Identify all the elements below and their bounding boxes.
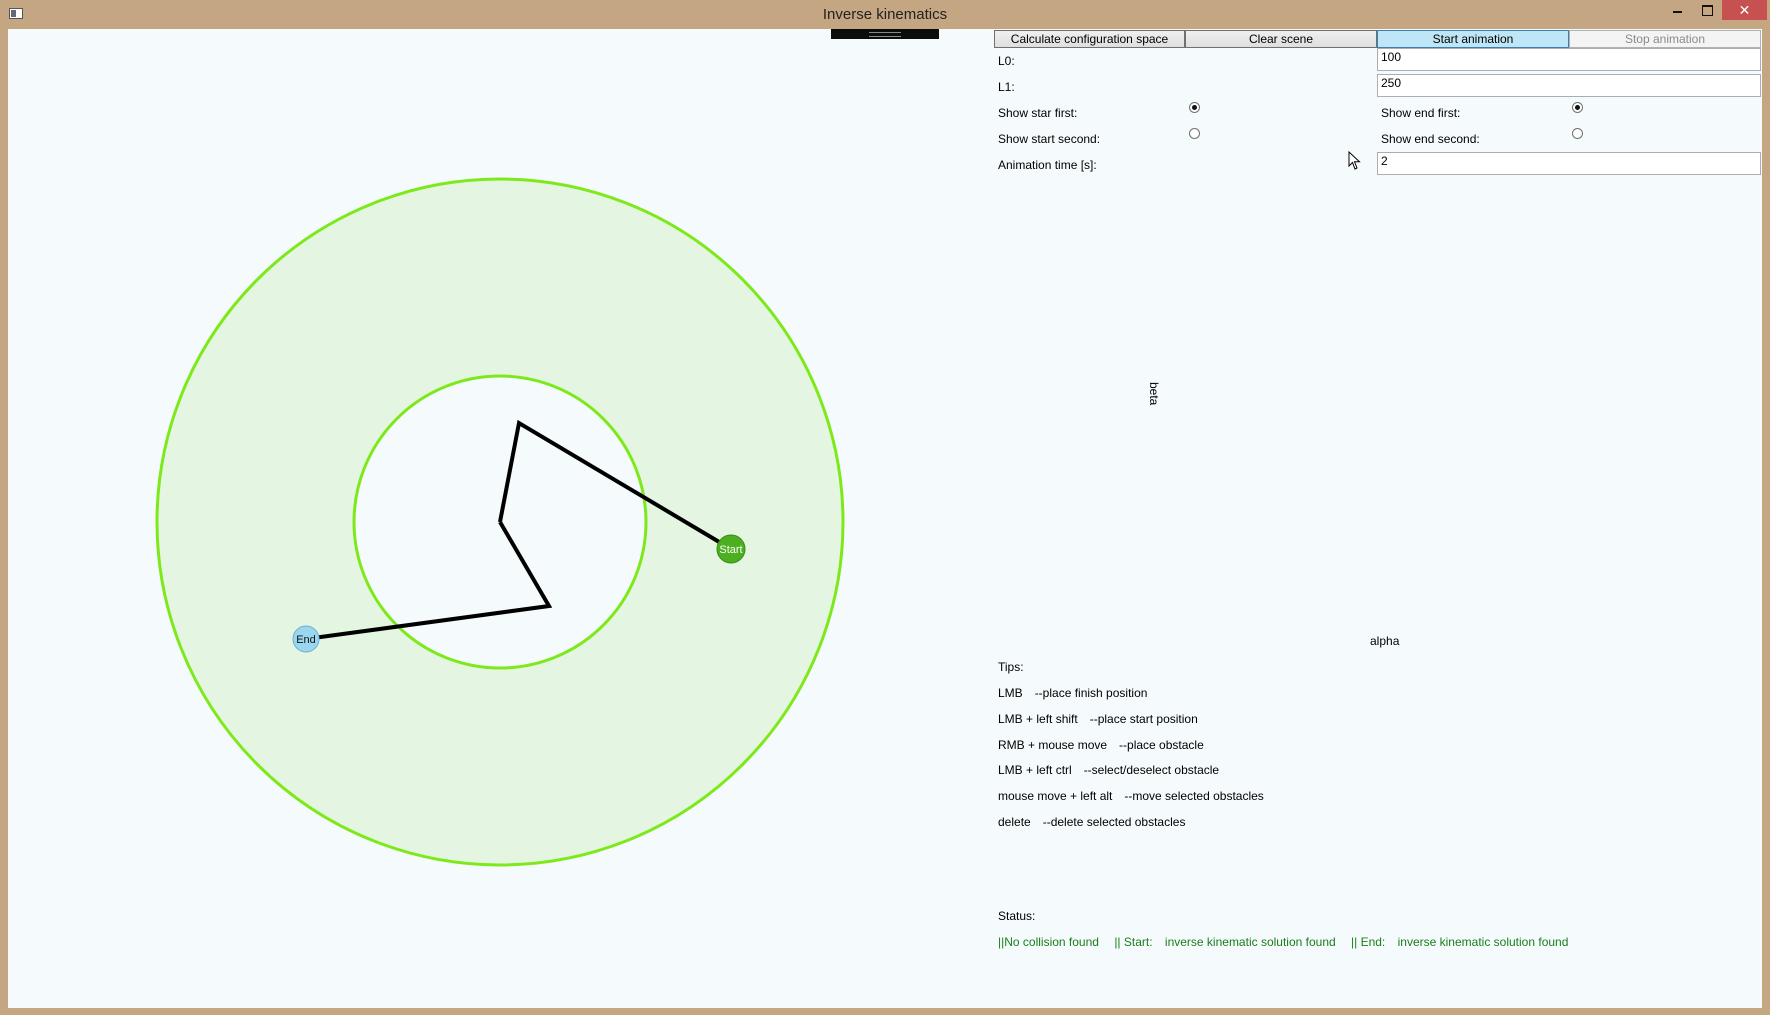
tip-key: RMB + mouse move xyxy=(998,737,1108,752)
status-collision: ||No collision found xyxy=(998,935,1099,949)
tip-description: --move selected obstacles xyxy=(1124,789,1264,804)
animation-time-label: Animation time [s]: xyxy=(998,158,1097,172)
main-window-client: Start End Calculate configuration space … xyxy=(8,29,1762,1008)
l1-input[interactable]: 250 xyxy=(1377,74,1761,97)
tip-description: --delete selected obstacles xyxy=(1042,815,1186,829)
show-end-second-radio[interactable] xyxy=(1572,128,1583,139)
show-end-second-label: Show end second: xyxy=(1381,132,1480,146)
status-start-text: inverse kinematic solution found xyxy=(1164,935,1336,949)
clear-scene-button[interactable]: Clear scene xyxy=(1185,30,1377,48)
show-start-second-label: Show start second: xyxy=(998,132,1101,146)
tip-key: mouse move + left alt xyxy=(998,789,1113,804)
status-heading: Status: xyxy=(998,909,1036,923)
tip-description: --place start position xyxy=(1089,711,1198,726)
l1-label: L1: xyxy=(998,80,1015,94)
start-animation-button[interactable]: Start animation xyxy=(1377,30,1569,48)
finish-marker[interactable]: End xyxy=(292,625,320,653)
tip-key: delete xyxy=(998,815,1031,829)
control-panel: Calculate configuration space Clear scen… xyxy=(994,29,1762,1008)
l0-label: L0: xyxy=(998,54,1015,68)
show-end-first-radio[interactable] xyxy=(1572,102,1583,113)
tip-row: mouse move + left alt --move selected obs… xyxy=(998,789,1264,803)
maximize-button[interactable] xyxy=(1692,0,1722,20)
show-end-first-label: Show end first: xyxy=(1381,106,1461,120)
animation-time-input[interactable]: 2 xyxy=(1377,152,1761,175)
title-bar[interactable]: Inverse kinematics ✕ xyxy=(0,0,1770,28)
beta-axis-label: beta xyxy=(1147,382,1161,406)
stop-animation-button[interactable]: Stop animation xyxy=(1569,30,1761,48)
status-start-label: || Start: xyxy=(1114,935,1153,949)
tip-row: delete --delete selected obstacles xyxy=(998,815,1185,829)
tip-key: LMB xyxy=(998,686,1023,700)
start-marker[interactable]: Start xyxy=(716,534,746,564)
mouse-cursor-icon xyxy=(1348,151,1361,170)
scene-canvas[interactable]: Start End xyxy=(8,29,996,1008)
scene-svg[interactable]: Start End xyxy=(8,29,996,1008)
tip-description: --place obstacle xyxy=(1119,737,1204,752)
show-start-first-label: Show star first: xyxy=(998,106,1078,120)
l0-input[interactable]: 100 xyxy=(1377,48,1761,71)
tips-heading: Tips: xyxy=(998,660,1024,674)
window-title: Inverse kinematics xyxy=(822,6,948,23)
tip-row: LMB + left shift --place start position xyxy=(998,712,1198,726)
close-icon: ✕ xyxy=(1738,2,1751,18)
finish-marker-label: End xyxy=(296,634,316,646)
status-end-text: inverse kinematic solution found xyxy=(1397,935,1569,949)
status-end-label: || End: xyxy=(1351,935,1386,949)
show-start-first-radio[interactable] xyxy=(1189,102,1200,113)
maximize-icon xyxy=(1701,5,1713,16)
minimize-button[interactable] xyxy=(1662,0,1692,20)
close-button[interactable]: ✕ xyxy=(1722,0,1767,20)
tip-row: LMB --place finish position xyxy=(998,686,1147,700)
status-line: ||No collision found || Start: inverse k… xyxy=(998,935,1580,949)
splitter-grip[interactable] xyxy=(831,29,939,39)
tip-key: LMB + left ctrl xyxy=(998,763,1072,778)
show-start-second-radio[interactable] xyxy=(1189,128,1200,139)
alpha-axis-label: alpha xyxy=(1370,634,1400,648)
minimize-icon xyxy=(1672,11,1682,13)
configuration-space-plot[interactable] xyxy=(994,189,1762,649)
calculate-configuration-space-button[interactable]: Calculate configuration space xyxy=(994,30,1185,48)
tip-key: LMB + left shift xyxy=(998,711,1078,726)
tip-row: RMB + mouse move --place obstacle xyxy=(998,738,1204,752)
start-marker-label: Start xyxy=(719,544,742,556)
tip-description: --select/deselect obstacle xyxy=(1083,763,1220,778)
tip-description: --place finish position xyxy=(1034,686,1148,700)
tip-row: LMB + left ctrl --select/deselect obstacl… xyxy=(998,763,1219,777)
